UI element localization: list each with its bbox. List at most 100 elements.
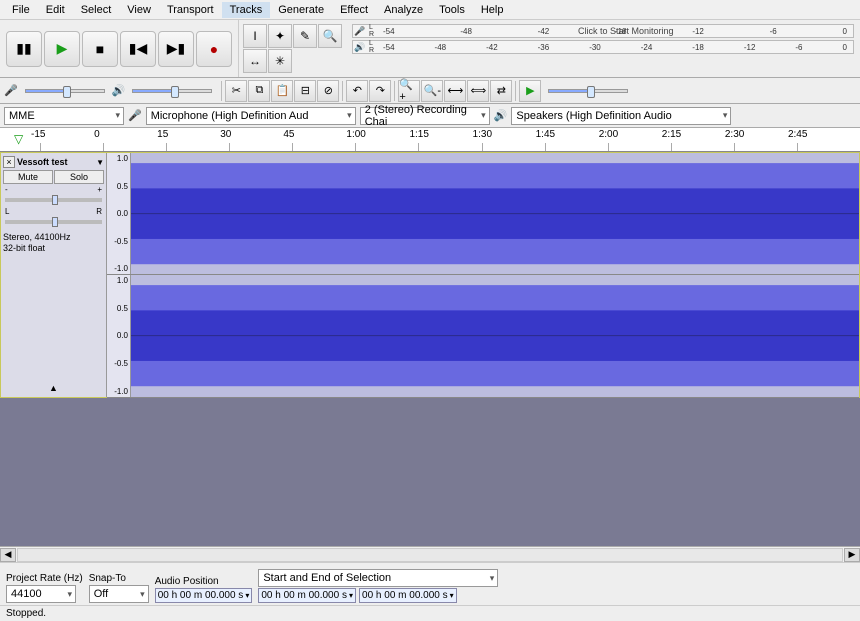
menu-edit[interactable]: Edit xyxy=(38,2,73,18)
skip-end-button[interactable]: ▶▮ xyxy=(158,31,194,67)
redo-button[interactable]: ↷ xyxy=(369,80,391,102)
scroll-right-button[interactable]: ▶ xyxy=(844,548,860,562)
play-tick: -24 xyxy=(641,43,653,52)
skip-start-button[interactable]: ▮◀ xyxy=(120,31,156,67)
speaker-icon: 🔊 xyxy=(494,109,508,122)
menu-select[interactable]: Select xyxy=(73,2,120,18)
menu-tools[interactable]: Tools xyxy=(431,2,473,18)
pause-button[interactable]: ▮▮ xyxy=(6,31,42,67)
timeline-ruler[interactable]: ▽ -15 0 15 30 45 1:00 1:15 1:30 1:45 2:0… xyxy=(0,128,860,152)
rec-meter-msg[interactable]: Click to Start Monitoring xyxy=(578,26,674,36)
menu-effect[interactable]: Effect xyxy=(332,2,376,18)
recording-meter[interactable]: 🎤 LR -54 -48 -42 -18 -12 -6 0 Click to S… xyxy=(352,24,854,38)
meter-lr-label: LR xyxy=(367,40,377,54)
selection-start-field[interactable]: 00 h 00 m 00.000 s▾ xyxy=(258,588,356,603)
rec-tick: -54 xyxy=(383,27,395,36)
playback-meter[interactable]: 🔊 LR -54 -48 -42 -36 -30 -24 -18 -12 -6 … xyxy=(352,40,854,54)
toolbar-secondary: 🎤 🔊 ✂ ⧉ 📋 ⊟ ⊘ ↶ ↷ 🔍+ 🔍- ⟷ ⟺ ⇄ ▶ xyxy=(0,78,860,104)
track-menu-button[interactable]: ▼ xyxy=(96,158,104,167)
selection-end-field[interactable]: 00 h 00 m 00.000 s▾ xyxy=(359,588,457,603)
silence-button[interactable]: ⊘ xyxy=(317,80,339,102)
wave-channel-left: 1.00.50.0-0.5-1.0 xyxy=(107,153,859,275)
pan-slider[interactable] xyxy=(5,220,102,224)
track-control-panel: × Vessoft test ▼ Mute Solo -+ LR Stereo,… xyxy=(1,153,107,397)
zoom-tool[interactable]: 🔍 xyxy=(318,24,342,48)
waveform-right[interactable] xyxy=(131,275,859,396)
audio-position-field[interactable]: 00 h 00 m 00.000 s▾ xyxy=(155,588,253,603)
gain-slider[interactable] xyxy=(5,198,102,202)
rec-tick: 0 xyxy=(843,27,847,36)
waveform-left[interactable] xyxy=(131,153,859,274)
mic-icon: 🎤 xyxy=(128,109,142,122)
zoom-out-button[interactable]: 🔍- xyxy=(421,80,443,102)
input-device-combo[interactable]: Microphone (High Definition Aud xyxy=(146,107,356,125)
time-tick: 1:00 xyxy=(346,129,365,140)
channels-combo[interactable]: 2 (Stereo) Recording Chai xyxy=(360,107,490,125)
stop-button[interactable]: ■ xyxy=(82,31,118,67)
draw-tool[interactable]: ✎ xyxy=(293,24,317,48)
gain-minus: - xyxy=(5,185,8,194)
envelope-tool[interactable]: ✦ xyxy=(268,24,292,48)
scroll-left-button[interactable]: ◀ xyxy=(0,548,16,562)
menu-transport[interactable]: Transport xyxy=(159,2,222,18)
timeshift-tool[interactable]: ↔ xyxy=(243,49,267,73)
separator xyxy=(221,81,222,101)
menu-analyze[interactable]: Analyze xyxy=(376,2,431,18)
footer: ◀ ▶ Project Rate (Hz) 44100 Snap-To Off … xyxy=(0,546,860,621)
fit-project-button[interactable]: ⟺ xyxy=(467,80,489,102)
track-close-button[interactable]: × xyxy=(3,156,15,168)
playhead-icon[interactable]: ▽ xyxy=(14,132,23,146)
menu-tracks[interactable]: Tracks xyxy=(222,2,271,18)
zoom-toggle-button[interactable]: ⇄ xyxy=(490,80,512,102)
time-tick: 2:15 xyxy=(662,129,681,140)
play-tick: -48 xyxy=(435,43,447,52)
speaker-icon: 🔊 xyxy=(112,84,126,97)
rec-volume-slider[interactable] xyxy=(19,89,111,93)
time-tick: -15 xyxy=(31,129,45,140)
mute-button[interactable]: Mute xyxy=(3,170,53,184)
horizontal-scrollbar[interactable]: ◀ ▶ xyxy=(0,547,860,563)
time-tick: 1:45 xyxy=(536,129,555,140)
device-toolbar: MME 🎤 Microphone (High Definition Aud 2 … xyxy=(0,104,860,128)
menu-generate[interactable]: Generate xyxy=(270,2,332,18)
mic-icon: 🎤 xyxy=(4,84,18,97)
multi-tool[interactable]: ✳ xyxy=(268,49,292,73)
play-tick: -18 xyxy=(692,43,704,52)
undo-button[interactable]: ↶ xyxy=(346,80,368,102)
separator xyxy=(515,81,516,101)
separator xyxy=(394,81,395,101)
menu-help[interactable]: Help xyxy=(473,2,512,18)
waveform-column: 1.00.50.0-0.5-1.0 xyxy=(107,153,859,397)
snap-to-combo[interactable]: Off xyxy=(89,585,149,603)
menu-file[interactable]: File xyxy=(4,2,38,18)
snap-to-label: Snap-To xyxy=(89,573,149,584)
track-collapse-button[interactable]: ▲ xyxy=(3,381,104,395)
speaker-icon: 🔊 xyxy=(353,42,367,53)
play-volume-slider[interactable] xyxy=(126,89,218,93)
project-rate-label: Project Rate (Hz) xyxy=(6,573,83,584)
play-tick: -30 xyxy=(589,43,601,52)
zoom-in-button[interactable]: 🔍+ xyxy=(398,80,420,102)
selection-tool[interactable]: I xyxy=(243,24,267,48)
speed-slider[interactable] xyxy=(542,89,634,93)
project-rate-combo[interactable]: 44100 xyxy=(6,585,76,603)
audio-host-combo[interactable]: MME xyxy=(4,107,124,125)
output-device-combo[interactable]: Speakers (High Definition Audio xyxy=(511,107,731,125)
fit-selection-button[interactable]: ⟷ xyxy=(444,80,466,102)
play-button[interactable]: ▶ xyxy=(44,31,80,67)
track-name[interactable]: Vessoft test xyxy=(15,157,96,167)
play-at-speed-button[interactable]: ▶ xyxy=(519,80,541,102)
cut-button[interactable]: ✂ xyxy=(225,80,247,102)
trim-button[interactable]: ⊟ xyxy=(294,80,316,102)
solo-button[interactable]: Solo xyxy=(54,170,104,184)
copy-button[interactable]: ⧉ xyxy=(248,80,270,102)
selection-mode-combo[interactable]: Start and End of Selection xyxy=(258,569,498,587)
menu-view[interactable]: View xyxy=(119,2,159,18)
paste-button[interactable]: 📋 xyxy=(271,80,293,102)
play-tick: 0 xyxy=(842,43,846,52)
scroll-track[interactable] xyxy=(17,548,843,562)
record-button[interactable]: ● xyxy=(196,31,232,67)
play-tick: -42 xyxy=(486,43,498,52)
time-tick: 2:00 xyxy=(599,129,618,140)
amplitude-scale: 1.00.50.0-0.5-1.0 xyxy=(107,275,131,396)
